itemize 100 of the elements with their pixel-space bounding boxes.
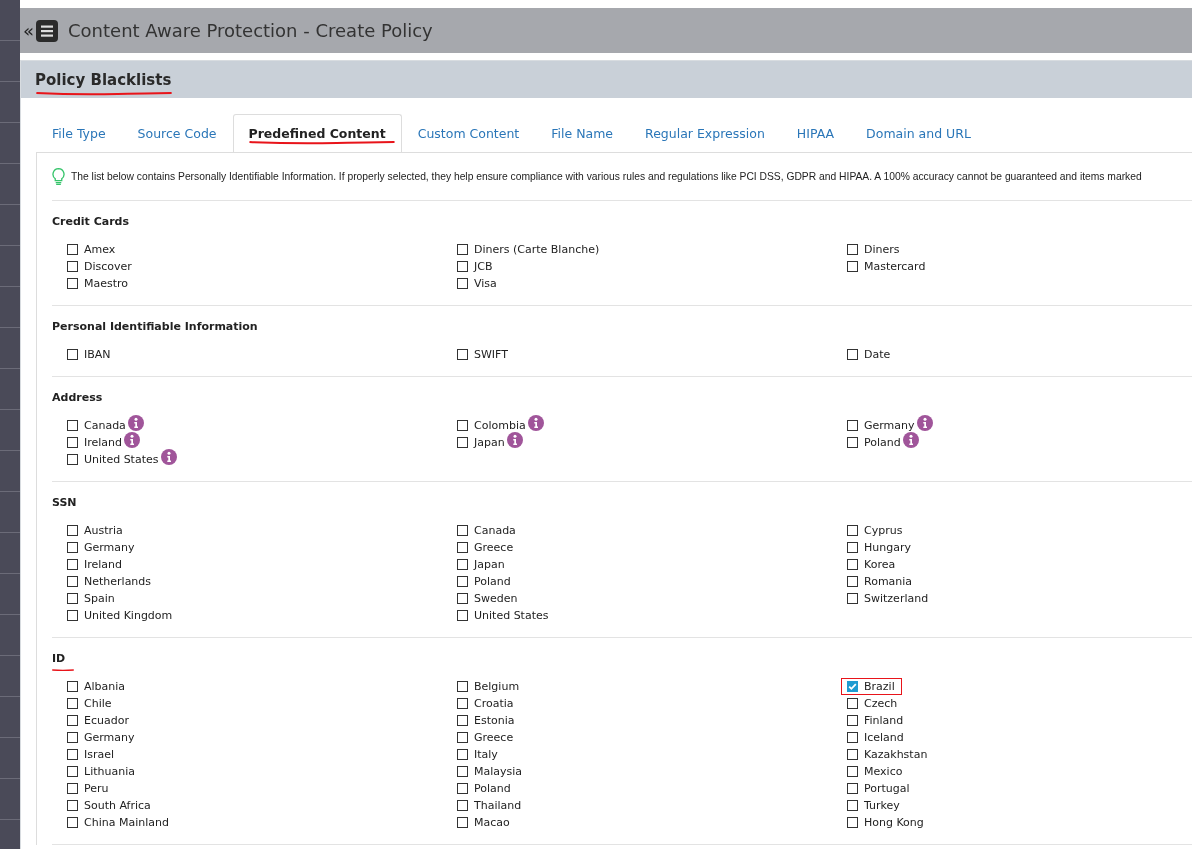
checkbox[interactable] (67, 454, 78, 465)
checkbox-label[interactable]: Macao (474, 816, 510, 829)
checkbox-label[interactable]: Colombia (474, 419, 526, 432)
tab[interactable]: Custom Content (401, 114, 536, 152)
checkbox[interactable] (847, 681, 858, 692)
checkbox-label[interactable]: Malaysia (474, 765, 523, 778)
tab[interactable]: Regular Expression (629, 114, 781, 152)
checkbox[interactable] (847, 593, 858, 604)
checkbox-label[interactable]: Korea (864, 558, 896, 571)
checkbox[interactable] (67, 698, 78, 709)
checkbox-label[interactable]: Japan (474, 558, 505, 571)
checkbox[interactable] (847, 349, 858, 360)
checkbox[interactable] (457, 715, 468, 726)
checkbox[interactable] (67, 525, 78, 536)
checkbox-label[interactable]: SWIFT (474, 348, 508, 361)
checkbox-label[interactable]: Visa (474, 277, 497, 290)
tab[interactable]: Domain and URL (850, 114, 987, 152)
checkbox[interactable] (67, 559, 78, 570)
checkbox[interactable] (457, 749, 468, 760)
checkbox-label[interactable]: Thailand (474, 799, 522, 812)
checkbox[interactable] (847, 783, 858, 794)
checkbox[interactable] (847, 698, 858, 709)
checkbox[interactable] (457, 698, 468, 709)
checkbox[interactable] (457, 800, 468, 811)
checkbox[interactable] (847, 437, 858, 448)
checkbox-label[interactable]: Germany (864, 419, 915, 432)
checkbox[interactable] (67, 681, 78, 692)
checkbox[interactable] (67, 261, 78, 272)
checkbox[interactable] (457, 244, 468, 255)
checkbox-label[interactable]: Poland (864, 436, 901, 449)
checkbox-label[interactable]: Czech (864, 697, 898, 710)
checkbox[interactable] (67, 349, 78, 360)
checkbox[interactable] (847, 559, 858, 570)
checkbox[interactable] (847, 576, 858, 587)
checkbox[interactable] (847, 420, 858, 431)
checkbox-label[interactable]: Netherlands (84, 575, 152, 588)
checkbox[interactable] (847, 542, 858, 553)
checkbox[interactable] (67, 278, 78, 289)
checkbox[interactable] (457, 542, 468, 553)
checkbox[interactable] (457, 437, 468, 448)
checkbox[interactable] (67, 542, 78, 553)
info-icon[interactable] (527, 414, 544, 431)
checkbox-label[interactable]: Ecuador (84, 714, 129, 727)
checkbox[interactable] (457, 817, 468, 828)
checkbox[interactable] (67, 576, 78, 587)
checkbox-label[interactable]: Austria (84, 524, 123, 537)
checkbox-label[interactable]: JCB (474, 260, 493, 273)
tab[interactable]: Source Code (121, 114, 233, 152)
checkbox[interactable] (457, 261, 468, 272)
checkbox-label[interactable]: United Kingdom (84, 609, 173, 622)
checkbox-label[interactable]: Portugal (864, 782, 910, 795)
checkbox-label[interactable]: Diners (864, 243, 900, 256)
checkbox[interactable] (67, 593, 78, 604)
checkbox[interactable] (847, 749, 858, 760)
checkbox-label[interactable]: Ireland (84, 558, 123, 571)
checkbox[interactable] (847, 732, 858, 743)
info-icon[interactable] (916, 414, 933, 431)
info-icon[interactable] (160, 448, 177, 465)
checkbox[interactable] (457, 766, 468, 777)
tab[interactable]: File Type (36, 114, 122, 152)
checkbox[interactable] (847, 244, 858, 255)
checkbox[interactable] (457, 681, 468, 692)
checkbox-label[interactable]: Japan (474, 436, 505, 449)
tab[interactable]: File Name (535, 114, 630, 152)
checkbox-label[interactable]: Amex (84, 243, 116, 256)
checkbox-label[interactable]: Greece (474, 541, 514, 554)
checkbox-label[interactable]: Brazil (864, 680, 895, 693)
checkbox-label[interactable]: Iceland (864, 731, 904, 744)
checkbox-label[interactable]: Greece (474, 731, 514, 744)
checkbox-label[interactable]: Canada (474, 524, 516, 537)
info-icon[interactable] (506, 431, 523, 448)
checkbox-label[interactable]: Canada (84, 419, 126, 432)
checkbox-label[interactable]: Finland (864, 714, 904, 727)
checkbox[interactable] (67, 766, 78, 777)
checkbox[interactable] (847, 261, 858, 272)
checkbox-label[interactable]: Germany (84, 541, 135, 554)
checkbox-label[interactable]: United States (84, 453, 159, 466)
info-icon[interactable] (124, 431, 141, 448)
checkbox-label[interactable]: Lithuania (84, 765, 135, 778)
checkbox-label[interactable]: Spain (84, 592, 115, 605)
checkbox[interactable] (457, 732, 468, 743)
checkbox-label[interactable]: Switzerland (864, 592, 929, 605)
tab[interactable]: HIPAA (780, 114, 851, 152)
checkbox[interactable] (67, 437, 78, 448)
checkbox[interactable] (457, 576, 468, 587)
tab[interactable]: Predefined Content (232, 114, 402, 152)
checkbox[interactable] (847, 766, 858, 777)
checkbox-label[interactable]: Discover (84, 260, 132, 273)
checkbox[interactable] (457, 420, 468, 431)
checkbox-label[interactable]: Sweden (474, 592, 518, 605)
checkbox[interactable] (847, 525, 858, 536)
checkbox[interactable] (67, 749, 78, 760)
checkbox-label[interactable]: Italy (474, 748, 498, 761)
checkbox[interactable] (457, 593, 468, 604)
checkbox-label[interactable]: Mexico (864, 765, 903, 778)
checkbox-label[interactable]: Chile (84, 697, 112, 710)
checkbox-label[interactable]: Diners (Carte Blanche) (474, 243, 600, 256)
checkbox-label[interactable]: Mastercard (864, 260, 926, 273)
checkbox[interactable] (457, 349, 468, 360)
checkbox-label[interactable]: Belgium (474, 680, 520, 693)
